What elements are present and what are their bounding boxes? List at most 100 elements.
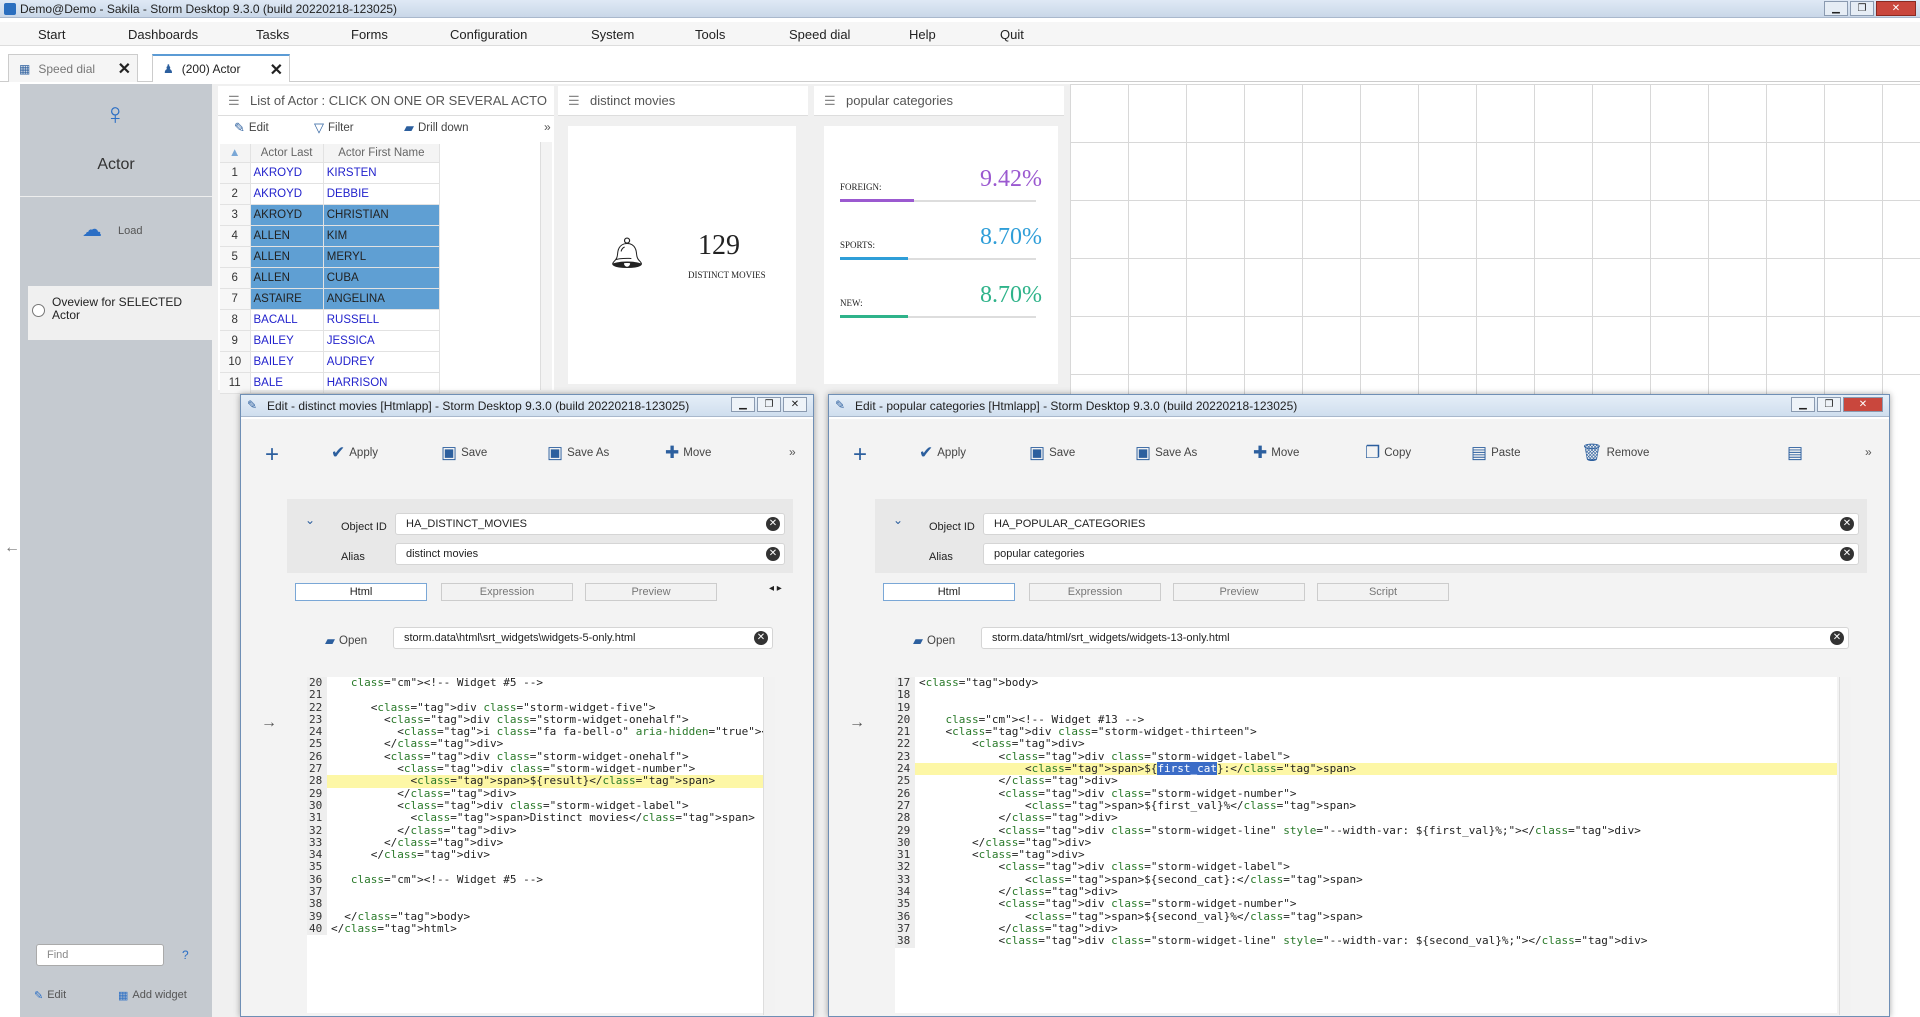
minimize-button[interactable]: ▁	[1791, 397, 1815, 412]
more-icon[interactable]: »	[544, 120, 551, 134]
column-header[interactable]: Actor First Name	[323, 144, 441, 163]
arrow-right-icon[interactable]: →	[849, 714, 865, 732]
table-row[interactable]: 9 BAILEY JESSICA	[220, 330, 441, 352]
apply-button[interactable]: ✔ Apply	[331, 443, 378, 463]
menu-system[interactable]: System	[591, 27, 634, 42]
restore-button[interactable]: ❐	[1817, 397, 1841, 412]
save-as-button[interactable]: ▣ Save As	[547, 443, 609, 463]
save-button[interactable]: ▣ Save	[1029, 443, 1075, 463]
category-bar-fill	[840, 315, 909, 318]
table-row[interactable]: 3 AKROYD CHRISTIAN	[220, 204, 441, 226]
object-id-input[interactable]: HA_DISTINCT_MOVIES ✕	[395, 513, 785, 535]
remove-button[interactable]: 🗑︎ Remove	[1581, 443, 1649, 463]
table-row[interactable]: 4 ALLEN KIM	[220, 225, 441, 247]
open-button[interactable]: ▰ Open	[325, 633, 367, 649]
tab-preview[interactable]: Preview	[1173, 583, 1305, 601]
menu-quit[interactable]: Quit	[1000, 27, 1024, 42]
menu-icon[interactable]: ☰	[228, 93, 242, 109]
sidebar-edit-button[interactable]: ✎ Edit	[34, 989, 66, 1002]
overview-selected-radio[interactable]: Oveview for SELECTED Actor	[28, 286, 212, 340]
menu-forms[interactable]: Forms	[351, 27, 388, 42]
alias-input[interactable]: distinct movies ✕	[395, 543, 785, 565]
table-row[interactable]: 8 BACALL RUSSELL	[220, 309, 441, 331]
close-button[interactable]: ✕	[783, 397, 807, 412]
menu-tasks[interactable]: Tasks	[256, 27, 289, 42]
collapse-arrow-icon[interactable]: ←	[4, 539, 20, 557]
open-button[interactable]: ▰ Open	[913, 633, 955, 649]
table-row[interactable]: 2 AKROYD DEBBIE	[220, 183, 441, 205]
menu-configuration[interactable]: Configuration	[450, 27, 527, 42]
move-button[interactable]: ✚ Move	[1253, 443, 1299, 463]
list-edit-button[interactable]: ✎ Edit	[234, 120, 269, 136]
table-row[interactable]: 10 BAILEY AUDREY	[220, 351, 441, 373]
filter-button[interactable]: ▽ Filter	[314, 120, 354, 136]
code-scrollbar[interactable]	[763, 677, 775, 1015]
save-button[interactable]: ▣ Save	[441, 443, 487, 463]
menu-help[interactable]: Help	[909, 27, 936, 42]
tab-speed-dial[interactable]: ▦ Speed dial ✕	[8, 54, 138, 82]
column-header[interactable]: Actor Last	[250, 144, 324, 163]
load-button[interactable]: ☁ Load	[20, 196, 212, 264]
menu-icon[interactable]: ☰	[568, 93, 582, 109]
menu-speed-dial[interactable]: Speed dial	[789, 27, 850, 42]
more-icon[interactable]: »	[789, 445, 796, 459]
clear-icon[interactable]: ✕	[766, 547, 780, 561]
clear-icon[interactable]: ✕	[1840, 547, 1854, 561]
close-button[interactable]: ✕	[1876, 1, 1916, 16]
tab-scroll-arrows[interactable]: ◂ ▸	[769, 583, 782, 594]
code-editor[interactable]: 20 class="cm"><!-- Widget #5 --> 21 22 <cl…	[307, 677, 763, 1013]
close-button[interactable]: ✕	[1843, 397, 1883, 412]
menu-dashboards[interactable]: Dashboards	[128, 27, 198, 42]
edit-icon: ✎	[234, 120, 245, 135]
file-path-input[interactable]: storm.data\html\srt_widgets\widgets-5-on…	[393, 627, 773, 649]
menu-tools[interactable]: Tools	[695, 27, 725, 42]
more-icon[interactable]: »	[1865, 445, 1872, 459]
clear-icon[interactable]: ✕	[1840, 517, 1854, 531]
object-id-input[interactable]: HA_POPULAR_CATEGORIES ✕	[983, 513, 1859, 535]
table-row[interactable]: 11 BALE HARRISON	[220, 372, 441, 394]
tab-expression[interactable]: Expression	[441, 583, 573, 601]
tab-expression[interactable]: Expression	[1029, 583, 1161, 601]
collapse-icon[interactable]: ⌄	[305, 513, 315, 527]
move-button[interactable]: ✚ Move	[665, 443, 711, 463]
clear-icon[interactable]: ✕	[766, 517, 780, 531]
tab-actor[interactable]: ♟ (200) Actor ✕	[152, 54, 290, 82]
collapse-icon[interactable]: ⌄	[893, 513, 903, 527]
apply-button[interactable]: ✔ Apply	[919, 443, 966, 463]
file-path-input[interactable]: storm.data/html/srt_widgets/widgets-13-o…	[981, 627, 1849, 649]
clear-icon[interactable]: ✕	[1830, 631, 1844, 645]
find-input[interactable]: Find	[36, 944, 164, 966]
alias-input[interactable]: popular categories ✕	[983, 543, 1859, 565]
save-as-button[interactable]: ▣ Save As	[1135, 443, 1197, 463]
arrow-right-icon[interactable]: →	[261, 714, 277, 732]
menu-start[interactable]: Start	[38, 27, 65, 42]
sort-icon[interactable]: ▲	[220, 144, 251, 163]
table-row[interactable]: 1 AKROYD KIRSTEN	[220, 162, 441, 184]
close-tab-icon[interactable]: ✕	[118, 59, 131, 79]
help-icon[interactable]: ?	[182, 948, 189, 962]
menu-icon[interactable]: ☰	[824, 93, 838, 109]
code-editor[interactable]: 17 <class="tag">body> 18 19 20 class="cm"><!…	[895, 677, 1837, 1013]
restore-button[interactable]: ❐	[757, 397, 781, 412]
tab-script[interactable]: Script	[1317, 583, 1449, 601]
code-scrollbar[interactable]	[1839, 677, 1851, 1015]
tab-html[interactable]: Html	[883, 583, 1015, 601]
tab-preview[interactable]: Preview	[585, 583, 717, 601]
add-button[interactable]: +	[265, 441, 279, 469]
table-row[interactable]: 7 ASTAIRE ANGELINA	[220, 288, 441, 310]
document-button[interactable]: ▤	[1787, 443, 1803, 463]
table-row[interactable]: 6 ALLEN CUBA	[220, 267, 441, 289]
restore-button[interactable]: ❐	[1850, 1, 1874, 16]
paste-button[interactable]: ▤ Paste	[1471, 443, 1520, 463]
minimize-button[interactable]: ▁	[731, 397, 755, 412]
tab-html[interactable]: Html	[295, 583, 427, 601]
copy-button[interactable]: ❐ Copy	[1365, 443, 1411, 463]
table-row[interactable]: 5 ALLEN MERYL	[220, 246, 441, 268]
drill-down-button[interactable]: ▰ Drill down	[404, 120, 469, 136]
list-scrollbar[interactable]	[540, 142, 552, 390]
close-tab-icon[interactable]: ✕	[270, 60, 283, 80]
clear-icon[interactable]: ✕	[754, 631, 768, 645]
add-button[interactable]: +	[853, 441, 867, 469]
add-widget-button[interactable]: ▦ Add widget	[118, 989, 187, 1002]
minimize-button[interactable]: ▁	[1824, 1, 1848, 16]
